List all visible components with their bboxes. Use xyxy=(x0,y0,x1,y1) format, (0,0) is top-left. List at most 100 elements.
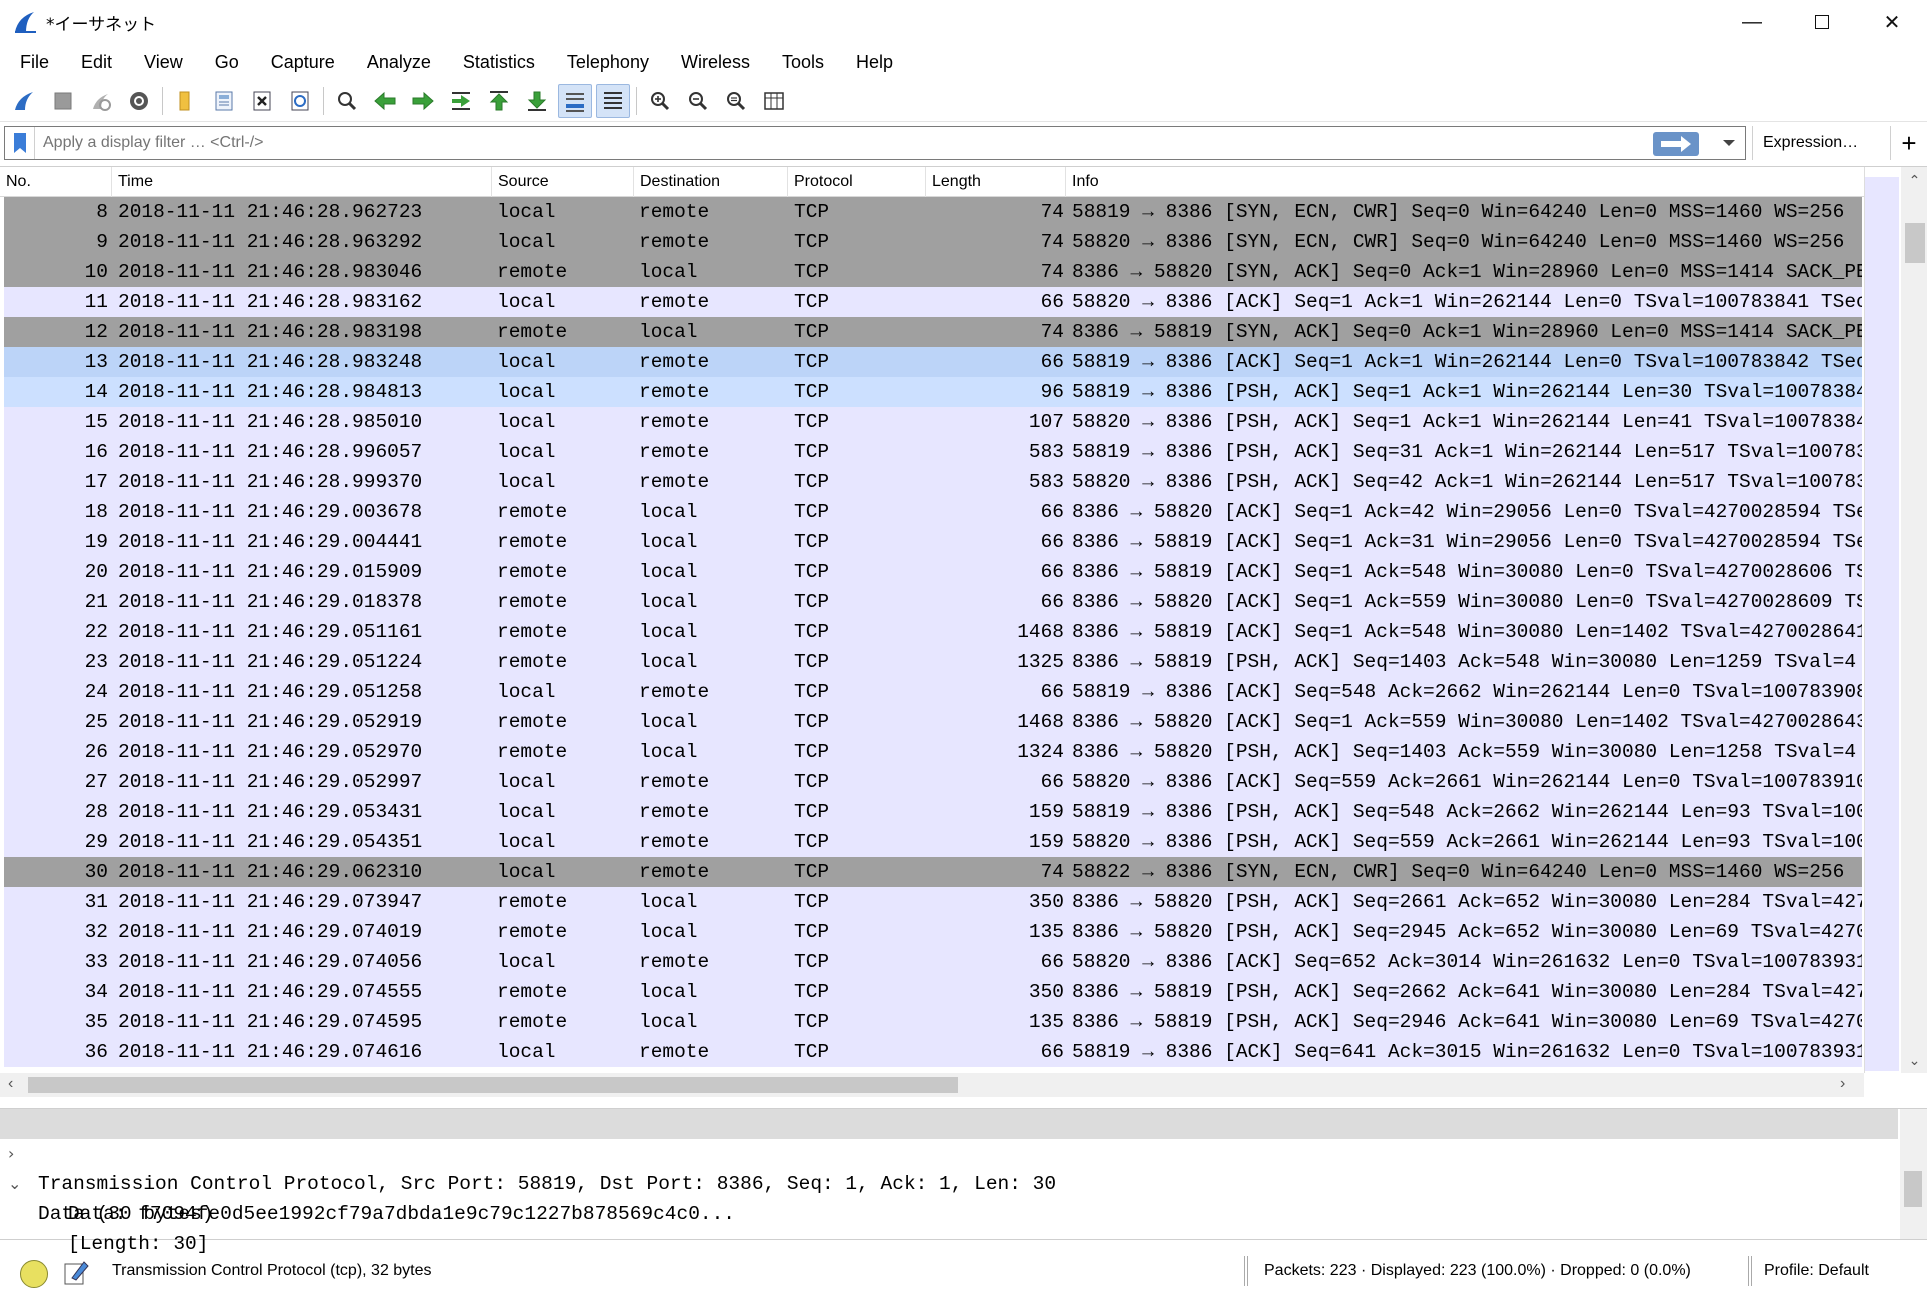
go-forward-button[interactable] xyxy=(406,84,440,118)
scroll-down-button[interactable]: ⌄ xyxy=(1901,1049,1927,1071)
packet-row[interactable]: 31 2018-11-11 21:46:29.073947 remote local T… xyxy=(4,887,1862,917)
column-header-time[interactable]: Time xyxy=(112,167,492,197)
packet-row[interactable]: 17 2018-11-11 21:46:28.999370 local remote T… xyxy=(4,467,1862,497)
first-packet-button[interactable] xyxy=(482,84,516,118)
detail-line-data[interactable]: ⌄ Data (30 bytes) xyxy=(0,1139,214,1225)
menu-go[interactable]: Go xyxy=(199,44,255,80)
detail-line-tcp[interactable]: › Transmission Control Protocol, Src Por… xyxy=(0,1109,1898,1195)
maximize-button[interactable] xyxy=(1787,0,1857,44)
packet-row[interactable]: 33 2018-11-11 21:46:29.074056 local remote T… xyxy=(4,947,1862,977)
resize-columns-button[interactable] xyxy=(757,84,791,118)
apply-filter-button[interactable] xyxy=(1653,132,1699,156)
display-filter-input[interactable] xyxy=(43,134,1643,152)
capture-comment-icon[interactable] xyxy=(62,1258,90,1286)
capture-options-button[interactable] xyxy=(122,84,156,118)
packet-row[interactable]: 21 2018-11-11 21:46:29.018378 remote local T… xyxy=(4,587,1862,617)
zoom-out-button[interactable] xyxy=(681,84,715,118)
packet-row[interactable]: 19 2018-11-11 21:46:29.004441 remote local T… xyxy=(4,527,1862,557)
packet-minimap[interactable] xyxy=(1865,177,1899,1071)
cell-info: 58819 → 8386 [PSH, ACK] Seq=31 Ack=1 Win… xyxy=(1072,441,1862,463)
packet-row[interactable]: 16 2018-11-11 21:46:28.996057 local remote T… xyxy=(4,437,1862,467)
start-capture-button[interactable] xyxy=(8,84,42,118)
packet-row[interactable]: 32 2018-11-11 21:46:29.074019 remote local T… xyxy=(4,917,1862,947)
packet-row[interactable]: 10 2018-11-11 21:46:28.983046 remote local T… xyxy=(4,257,1862,287)
packet-row[interactable]: 35 2018-11-11 21:46:29.074595 remote local T… xyxy=(4,1007,1862,1037)
stop-capture-button[interactable] xyxy=(46,84,80,118)
details-scrollbar-thumb[interactable] xyxy=(1904,1171,1922,1207)
column-header-length[interactable]: Length xyxy=(926,167,1066,197)
auto-scroll-button[interactable] xyxy=(558,83,592,118)
minimize-button[interactable]: — xyxy=(1717,0,1787,44)
zoom-reset-button[interactable] xyxy=(719,84,753,118)
scroll-right-icon[interactable]: › xyxy=(1840,1075,1845,1093)
status-profile[interactable]: Profile: Default xyxy=(1764,1262,1869,1280)
packet-row[interactable]: 14 2018-11-11 21:46:28.984813 local remote T… xyxy=(4,377,1862,407)
close-file-icon xyxy=(253,91,271,110)
filter-bookmark-button[interactable] xyxy=(5,127,35,159)
scrollbar-thumb[interactable] xyxy=(1905,223,1925,263)
menu-telephony[interactable]: Telephony xyxy=(551,44,665,80)
packet-row[interactable]: 27 2018-11-11 21:46:29.052997 local remote T… xyxy=(4,767,1862,797)
column-header-no[interactable]: No. xyxy=(0,167,112,197)
column-header-protocol[interactable]: Protocol xyxy=(788,167,926,197)
packet-row[interactable]: 24 2018-11-11 21:46:29.051258 local remote T… xyxy=(4,677,1862,707)
cell-protocol: TCP xyxy=(794,291,830,313)
packet-row[interactable]: 18 2018-11-11 21:46:29.003678 remote local T… xyxy=(4,497,1862,527)
add-filter-button[interactable]: + xyxy=(1890,126,1927,160)
column-header-destination[interactable]: Destination xyxy=(634,167,788,197)
cell-destination: remote xyxy=(639,381,710,403)
packet-row[interactable]: 20 2018-11-11 21:46:29.015909 remote local T… xyxy=(4,557,1862,587)
scroll-up-button[interactable]: ⌃ xyxy=(1901,169,1927,191)
cell-no: 18 xyxy=(84,501,108,523)
packet-row[interactable]: 8 2018-11-11 21:46:28.962723 local remote TC… xyxy=(4,197,1862,227)
column-header-source[interactable]: Source xyxy=(492,167,634,197)
cell-time: 2018-11-11 21:46:29.051224 xyxy=(118,651,423,673)
packet-row[interactable]: 11 2018-11-11 21:46:28.983162 local remote T… xyxy=(4,287,1862,317)
packet-row[interactable]: 12 2018-11-11 21:46:28.983198 remote local T… xyxy=(4,317,1862,347)
packet-row[interactable]: 25 2018-11-11 21:46:29.052919 remote local T… xyxy=(4,707,1862,737)
packet-row[interactable]: 15 2018-11-11 21:46:28.985010 local remote T… xyxy=(4,407,1862,437)
menu-view[interactable]: View xyxy=(128,44,199,80)
packet-row[interactable]: 29 2018-11-11 21:46:29.054351 local remote T… xyxy=(4,827,1862,857)
scroll-left-icon[interactable]: ‹ xyxy=(8,1075,13,1093)
find-packet-button[interactable] xyxy=(330,84,364,118)
menu-wireless[interactable]: Wireless xyxy=(665,44,766,80)
packet-row[interactable]: 30 2018-11-11 21:46:29.062310 local remote T… xyxy=(4,857,1862,887)
expression-button[interactable]: Expression… xyxy=(1752,126,1892,160)
menu-edit[interactable]: Edit xyxy=(65,44,128,80)
packet-row[interactable]: 9 2018-11-11 21:46:28.963292 local remote TC… xyxy=(4,227,1862,257)
packet-row[interactable]: 34 2018-11-11 21:46:29.074555 remote local T… xyxy=(4,977,1862,1007)
packet-row[interactable]: 36 2018-11-11 21:46:29.074616 local remote T… xyxy=(4,1037,1862,1067)
restart-capture-button[interactable] xyxy=(84,84,118,118)
last-packet-button[interactable] xyxy=(520,84,554,118)
go-to-packet-button[interactable] xyxy=(444,84,478,118)
menu-help[interactable]: Help xyxy=(840,44,909,80)
close-file-button[interactable] xyxy=(245,84,279,118)
colorize-button[interactable] xyxy=(596,83,630,118)
save-file-button[interactable] xyxy=(207,84,241,118)
menu-tools[interactable]: Tools xyxy=(766,44,840,80)
menu-file[interactable]: File xyxy=(4,44,65,80)
packet-row[interactable]: 26 2018-11-11 21:46:29.052970 remote local T… xyxy=(4,737,1862,767)
packet-row[interactable]: 28 2018-11-11 21:46:29.053431 local remote T… xyxy=(4,797,1862,827)
filter-history-dropdown[interactable] xyxy=(1721,135,1737,156)
packet-row[interactable]: 23 2018-11-11 21:46:29.051224 remote local T… xyxy=(4,647,1862,677)
reload-button[interactable] xyxy=(283,84,317,118)
zoom-in-button[interactable] xyxy=(643,84,677,118)
detail-line-data-bytes[interactable]: Data: f7094fe0d5ee1992cf79a7dbda1e9c79c1… xyxy=(0,1169,735,1225)
close-button[interactable]: ✕ xyxy=(1857,0,1927,44)
column-header-info[interactable]: Info xyxy=(1066,167,1864,197)
details-vertical-scrollbar[interactable] xyxy=(1900,1109,1927,1239)
packet-row[interactable]: 13 2018-11-11 21:46:28.983248 local remote T… xyxy=(4,347,1862,377)
detail-line-length[interactable]: [Length: 30] xyxy=(0,1199,208,1255)
open-file-button[interactable] xyxy=(169,84,203,118)
horizontal-scrollbar-thumb[interactable] xyxy=(28,1077,958,1093)
menu-statistics[interactable]: Statistics xyxy=(447,44,551,80)
expert-info-indicator-icon[interactable] xyxy=(20,1260,48,1288)
packet-list-vertical-scrollbar[interactable] xyxy=(1901,167,1927,1073)
packet-row[interactable]: 22 2018-11-11 21:46:29.051161 remote local T… xyxy=(4,617,1862,647)
go-back-button[interactable] xyxy=(368,84,402,118)
menu-analyze[interactable]: Analyze xyxy=(351,44,447,80)
menu-capture[interactable]: Capture xyxy=(255,44,351,80)
packet-list-horizontal-scrollbar[interactable]: ‹ › xyxy=(0,1073,1864,1097)
